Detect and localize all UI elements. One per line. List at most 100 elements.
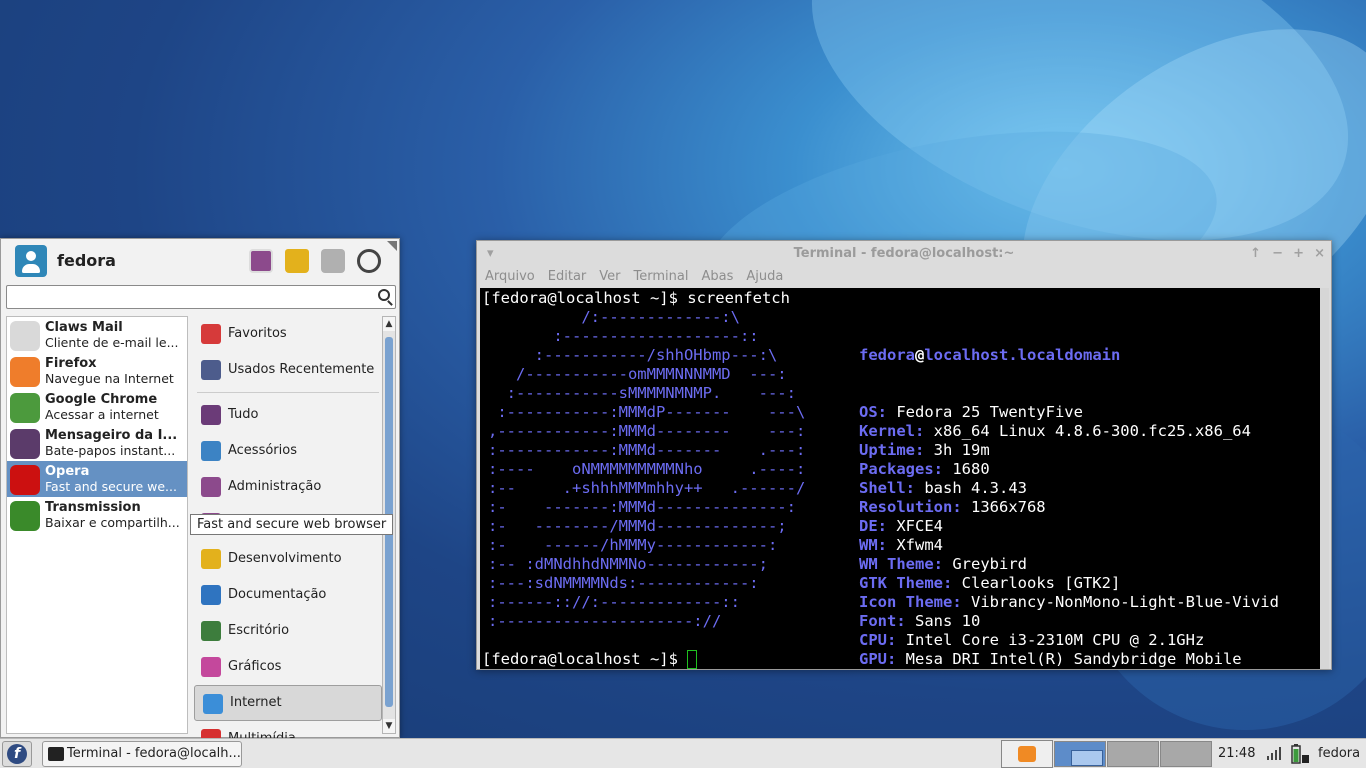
info-value: 3h 19m	[924, 441, 990, 459]
taskbar-terminal-button[interactable]: Terminal - fedora@localh...	[42, 741, 242, 767]
app-item[interactable]: Claws Mail Cliente de e-mail le...	[7, 317, 187, 353]
messenger-icon	[10, 429, 40, 459]
prompt-line: [fedora@localhost ~]$	[482, 650, 698, 669]
info-row: DE: XFCE4	[859, 517, 1279, 536]
terminal-screen[interactable]: [fedora@localhost ~]$ screenfetch /:----…	[480, 288, 1320, 669]
lock-icon[interactable]	[285, 249, 309, 273]
category-item[interactable]: Administração	[193, 469, 383, 505]
search-icon	[378, 289, 390, 301]
terminal-titlebar[interactable]: ▾ Terminal - fedora@localhost:~ ↑ − + ×	[477, 241, 1331, 267]
info-key: Icon Theme:	[859, 593, 962, 611]
scroll-up-arrow[interactable]: ▲	[383, 317, 395, 331]
app-item[interactable]: Firefox Navegue na Internet	[7, 353, 187, 389]
app-item[interactable]: Transmission Baixar e compartilh...	[7, 497, 187, 533]
category-label: Documentação	[228, 587, 327, 602]
shade-icon[interactable]: ↑	[1250, 241, 1261, 267]
category-item[interactable]: Documentação	[193, 577, 383, 613]
help-icon	[201, 585, 221, 605]
info-value: Xfwm4	[887, 536, 943, 554]
app-item[interactable]: Google Chrome Acessar a internet	[7, 389, 187, 425]
logout-icon[interactable]	[357, 249, 381, 273]
info-value: x86_64 Linux 4.8.6-300.fc25.x86_64	[924, 422, 1251, 440]
info-row: WM: Xfwm4	[859, 536, 1279, 555]
category-item[interactable]: Favoritos	[193, 316, 383, 352]
category-separator	[197, 392, 379, 393]
switch-user-icon[interactable]	[321, 249, 345, 273]
battery-icon[interactable]	[1288, 743, 1310, 765]
info-key: Kernel:	[859, 422, 925, 440]
app-item[interactable]: Opera Fast and secure we...	[7, 461, 187, 497]
logo-line: :------------:MMMd------- .---:	[488, 441, 806, 459]
applications-menu-button[interactable]: f	[2, 741, 32, 767]
app-name: Transmission	[45, 500, 141, 515]
pencil-icon	[201, 549, 221, 569]
info-value: Vibrancy-NonMono-Light-Blue-Vivid	[961, 593, 1279, 611]
resize-corner[interactable]	[387, 241, 397, 251]
logo-line: :---:sdNMMMMNds:------------:	[488, 574, 759, 592]
logo-line: :---- oNMMMMMMMMMNho .----:	[488, 460, 806, 478]
category-item[interactable]: Escritório	[193, 613, 383, 649]
command-line: [fedora@localhost ~]$ screenfetch	[482, 289, 790, 307]
user-avatar	[15, 245, 47, 277]
info-row: OS: Fedora 25 TwentyFive	[859, 403, 1279, 422]
close-icon[interactable]: ×	[1314, 241, 1325, 267]
fedora-ascii-logo: /:-------------:\ :-------------------::…	[488, 308, 805, 631]
logo-line: :-----------:MMMdP------- ---\	[488, 403, 806, 421]
logo-line: :- -------:MMMd--------------:	[488, 498, 796, 516]
terminal-cursor	[687, 650, 698, 669]
window-menu-icon[interactable]: ▾	[487, 241, 494, 267]
category-item[interactable]: Acessórios	[193, 433, 383, 469]
category-item[interactable]: Usados Recentemente	[193, 352, 383, 388]
app-description: Cliente de e-mail le...	[45, 335, 179, 350]
minimize-icon[interactable]: −	[1272, 241, 1283, 267]
category-label: Acessórios	[228, 443, 297, 458]
category-item[interactable]: Gráficos	[193, 649, 383, 685]
category-item[interactable]: Tudo	[193, 397, 383, 433]
palette-icon	[201, 657, 221, 677]
grid-icon	[201, 405, 221, 425]
terminal-menu-item[interactable]: Ajuda	[746, 267, 783, 289]
workspace-1[interactable]	[1054, 741, 1106, 767]
logo-line: :-----------/shhOHbmp---:\	[488, 346, 778, 364]
info-value: bash 4.3.43	[915, 479, 1027, 497]
terminal-menu-item[interactable]: Arquivo	[485, 267, 535, 289]
terminal-menu-item[interactable]: Editar	[548, 267, 587, 289]
app-description: Fast and secure we...	[45, 479, 177, 494]
category-item[interactable]: Desenvolvimento	[193, 541, 383, 577]
terminal-menu-item[interactable]: Ver	[599, 267, 620, 289]
panel-username[interactable]: fedora	[1318, 739, 1360, 768]
scroll-down-arrow[interactable]: ▼	[383, 719, 395, 733]
network-signal-icon[interactable]	[1266, 745, 1282, 761]
terminal-scrollbar[interactable]	[1320, 288, 1329, 669]
info-key: Packages:	[859, 460, 943, 478]
settings-toggle-icon[interactable]	[249, 249, 273, 273]
category-label: Administração	[228, 479, 322, 494]
app-item[interactable]: Mensageiro da I... Bate-papos instant...	[7, 425, 187, 461]
app-name: Mensageiro da I...	[45, 428, 178, 443]
info-at: @	[915, 346, 925, 364]
menu-username: fedora	[57, 251, 116, 270]
launcher-button[interactable]	[1001, 740, 1053, 768]
maximize-icon[interactable]: +	[1293, 241, 1304, 267]
logo-line: :---------------------://	[488, 612, 722, 630]
category-label: Usados Recentemente	[228, 362, 375, 377]
app-description: Acessar a internet	[45, 407, 159, 422]
prompt-text: [fedora@localhost ~]$	[482, 650, 688, 668]
info-key: GTK Theme:	[859, 574, 953, 592]
search-input[interactable]	[7, 286, 367, 308]
info-key: GPU:	[859, 650, 897, 668]
workspace-3[interactable]	[1160, 741, 1212, 767]
clock[interactable]: 21:48	[1218, 739, 1255, 768]
category-label: Internet	[230, 695, 282, 710]
info-row: Packages: 1680	[859, 460, 1279, 479]
terminal-menu-item[interactable]: Terminal	[634, 267, 689, 289]
category-item[interactable]: Internet	[194, 685, 382, 721]
logo-line: :- ------/hMMMy------------:	[488, 536, 778, 554]
info-value: Mesa DRI Intel(R) Sandybridge Mobile	[896, 650, 1242, 668]
fedora-logo-icon: f	[7, 744, 27, 764]
workspace-2[interactable]	[1107, 741, 1159, 767]
terminal-menu-item[interactable]: Abas	[701, 267, 733, 289]
info-row: Font: Sans 10	[859, 612, 1279, 631]
info-value: 1366x768	[961, 498, 1046, 516]
opera-icon	[10, 465, 40, 495]
